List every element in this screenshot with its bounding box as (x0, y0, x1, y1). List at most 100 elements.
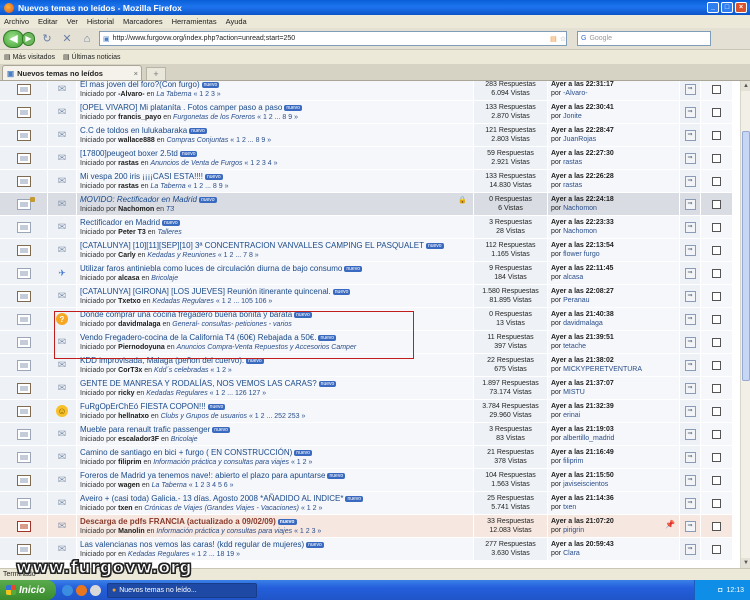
go-to-last-post-icon[interactable]: ⇒ (684, 175, 696, 187)
go-to-last-post-icon[interactable]: ⇒ (684, 382, 696, 394)
url-text[interactable]: http://www.furgovw.org/index.php?action=… (113, 35, 547, 42)
last-post-user-link[interactable]: davidmalaga (563, 320, 603, 327)
close-tab-icon[interactable]: × (134, 69, 138, 78)
topic-author-link[interactable]: Carly (118, 252, 136, 259)
topic-checkbox[interactable] (712, 544, 721, 554)
topic-title-link[interactable]: [OPEL VIVARO] Mi plataníta . Fotos campe… (80, 103, 282, 112)
topic-title-link[interactable]: KDD improvisada, Malaga (peñon del cuerv… (80, 356, 244, 365)
last-post-user-link[interactable]: MISTU (563, 389, 585, 396)
new-badge[interactable]: nuevo (318, 334, 337, 341)
menu-historial[interactable]: Historial (87, 17, 114, 26)
board-link[interactable]: Talleres (157, 229, 181, 236)
topic-pages[interactable]: « 1 2 3 » (294, 528, 321, 535)
topic-checkbox[interactable] (712, 360, 721, 370)
scroll-down-icon[interactable]: ▼ (741, 558, 750, 568)
new-badge[interactable]: nuevo (284, 104, 302, 111)
last-post-user-link[interactable]: filiprim (563, 458, 583, 465)
board-link[interactable]: La Taberna (152, 482, 187, 489)
topic-pages[interactable]: « 1 2 ... 8 9 » (230, 137, 271, 144)
close-window-button[interactable]: × (735, 2, 747, 13)
topic-author-link[interactable]: Manolin (118, 528, 144, 535)
go-to-last-post-icon[interactable]: ⇒ (684, 198, 696, 210)
topic-pages[interactable]: « 1 2 » (301, 505, 322, 512)
topic-checkbox[interactable] (712, 383, 721, 393)
board-link[interactable]: Bricolaje (151, 275, 178, 282)
taskbar-firefox-window[interactable]: ● Nuevos temas no leído... (107, 582, 257, 598)
board-link[interactable]: Compras Conjuntas (166, 137, 228, 144)
go-to-last-post-icon[interactable]: ⇒ (684, 497, 696, 509)
topic-pages[interactable]: « 1 2 » (291, 459, 312, 466)
go-to-last-post-icon[interactable]: ⇒ (684, 359, 696, 371)
tab-nuevos-temas[interactable]: ▣ Nuevos temas no leídos × (2, 65, 142, 80)
topic-title-link[interactable]: Descarga de pdfs FRANCIA (actualizado a … (80, 517, 276, 526)
go-to-last-post-icon[interactable]: ⇒ (684, 106, 696, 118)
board-link[interactable]: Crónicas de Viajes (Grandes Viajes - Vac… (144, 505, 299, 512)
go-to-last-post-icon[interactable]: ⇒ (684, 221, 696, 233)
new-badge[interactable]: nuevo (246, 357, 264, 364)
new-badge[interactable]: nuevo (277, 518, 297, 525)
menu-ayuda[interactable]: Ayuda (226, 17, 247, 26)
topic-author-link[interactable]: francis_payo (118, 114, 161, 121)
board-link[interactable]: Furgonetas de los Foreros (173, 114, 255, 121)
topic-author-link[interactable]: Txetxo (118, 298, 141, 305)
topic-author-link[interactable]: alcasa (118, 275, 139, 282)
new-tab-button[interactable]: + (146, 67, 166, 80)
forward-button[interactable]: ▶ (22, 31, 35, 46)
new-badge[interactable]: nuevo (212, 426, 230, 433)
last-post-user-link[interactable]: rastas (563, 159, 582, 166)
topic-author-link[interactable]: Peter T3 (118, 229, 146, 236)
go-to-last-post-icon[interactable]: ⇒ (684, 451, 696, 463)
topic-checkbox[interactable] (712, 406, 721, 416)
new-badge[interactable]: nuevo (189, 127, 207, 134)
topic-author-link[interactable]: escalador3F (118, 436, 159, 443)
last-post-user-link[interactable]: -Alvaro- (563, 90, 588, 97)
go-to-last-post-icon[interactable]: ⇒ (684, 290, 696, 302)
new-badge[interactable]: nuevo (294, 449, 312, 456)
go-to-last-post-icon[interactable]: ⇒ (684, 428, 696, 440)
topic-title-link[interactable]: C.C de toldos en lulukabaraka (80, 126, 187, 135)
firefox-quicklaunch-icon[interactable] (76, 584, 87, 596)
new-badge[interactable]: nuevo (332, 288, 351, 295)
go-to-last-post-icon[interactable]: ⇒ (684, 244, 696, 256)
topic-author-link[interactable]: wallace888 (118, 137, 155, 144)
new-badge[interactable]: nuevo (318, 380, 337, 387)
rss-icon[interactable]: ▤ (550, 35, 557, 43)
last-post-user-link[interactable]: Jonite (563, 113, 582, 120)
topic-author-link[interactable]: ricky (118, 390, 134, 397)
last-post-user-link[interactable]: albertillo_madrid (563, 435, 614, 442)
back-button[interactable]: ◀ (3, 29, 24, 48)
topic-author-link[interactable]: Nachomon (118, 206, 154, 213)
board-link[interactable]: Anuncios de Venta de Furgos (151, 160, 243, 167)
go-to-last-post-icon[interactable]: ⇒ (684, 267, 696, 279)
new-badge[interactable]: nuevo (306, 541, 324, 548)
topic-title-link[interactable]: FuRgOpErChEó FIESTA COPON!!! (80, 402, 206, 411)
ie-icon[interactable] (62, 584, 73, 596)
last-post-user-link[interactable]: MICKYPERETVENTURA (563, 366, 642, 373)
topic-pages[interactable]: « 1 2 ... 18 19 » (191, 551, 240, 558)
new-badge[interactable]: nuevo (207, 403, 226, 410)
board-link[interactable]: Kedadas Regulares (128, 551, 190, 558)
home-icon[interactable]: ⌂ (79, 31, 95, 47)
new-badge[interactable]: nuevo (344, 265, 362, 272)
last-post-user-link[interactable]: pirigrin (563, 527, 584, 534)
bookmark-ultimas-noticias[interactable]: ▤ Últimas noticias (63, 53, 121, 61)
go-to-last-post-icon[interactable]: ⇒ (684, 336, 696, 348)
topic-title-link[interactable]: Rectificador en Madrid (80, 218, 160, 227)
last-post-user-link[interactable]: erinai (563, 412, 580, 419)
last-post-user-link[interactable]: Peranau (563, 297, 589, 304)
topic-title-link[interactable]: Utilizar faros antiniebla como luces de … (80, 264, 342, 273)
go-to-last-post-icon[interactable]: ⇒ (684, 543, 696, 555)
topic-title-link[interactable]: [CATALUNYA] [GIRONA] [LOS JUEVES] Reunió… (80, 287, 331, 296)
menu-herramientas[interactable]: Herramientas (172, 17, 217, 26)
last-post-user-link[interactable]: Clara (563, 550, 580, 557)
topic-checkbox[interactable] (712, 291, 721, 301)
last-post-user-link[interactable]: Nachomon (563, 228, 597, 235)
topic-pages[interactable]: « 1 2 ... 8 9 » (188, 183, 229, 190)
topic-author-link[interactable]: hellnatxo (118, 413, 149, 420)
topic-title-link[interactable]: Mueble para renault trafic passenger (80, 425, 210, 434)
vertical-scrollbar[interactable]: ▲ ▼ (740, 81, 750, 568)
new-badge[interactable]: nuevo (425, 242, 444, 249)
topic-checkbox[interactable] (712, 337, 721, 347)
new-badge[interactable]: nuevo (327, 472, 346, 479)
board-link[interactable]: La Taberna (156, 91, 191, 98)
